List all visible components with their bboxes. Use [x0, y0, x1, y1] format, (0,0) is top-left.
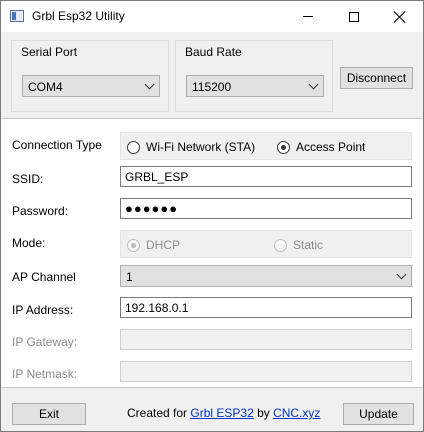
ap-channel-value: 1	[126, 270, 133, 284]
ip-gateway-input[interactable]	[120, 329, 412, 350]
app-window: Grbl Esp32 Utility Serial Port COM4 Baud…	[0, 0, 424, 432]
radio-label: Static	[293, 238, 324, 252]
maximize-icon	[349, 11, 359, 22]
serial-port-label: Serial Port	[21, 45, 78, 59]
ip-address-label: IP Address:	[12, 303, 74, 317]
serial-port-value: COM4	[28, 80, 63, 94]
close-icon	[394, 11, 406, 23]
connection-panel: Serial Port COM4 Baud Rate 115200 Discon…	[1, 32, 423, 118]
credit-mid: by	[253, 406, 274, 420]
radio-wifi-network-sta[interactable]: Wi-Fi Network (STA)	[127, 140, 255, 154]
ap-channel-label: AP Channel	[12, 270, 76, 284]
cnc-xyz-link[interactable]: CNC.xyz	[273, 406, 320, 420]
disconnect-button[interactable]: Disconnect	[340, 67, 413, 89]
wifi-settings-form: Connection Type Wi-Fi Network (STA) Acce…	[1, 119, 423, 387]
chevron-down-icon	[308, 79, 319, 90]
minimize-icon	[303, 16, 313, 17]
password-input[interactable]: ●●●●●●	[120, 198, 412, 219]
close-button[interactable]	[377, 1, 423, 32]
minimize-button[interactable]	[285, 1, 331, 32]
radio-selected-icon	[127, 238, 140, 252]
exit-button[interactable]: Exit	[12, 403, 86, 425]
password-label: Password:	[12, 204, 69, 218]
radio-selected-icon	[277, 140, 290, 154]
radio-unselected-icon	[274, 238, 287, 252]
app-window-icon	[10, 10, 24, 22]
grbl-esp32-link[interactable]: Grbl ESP32	[190, 406, 253, 420]
ssid-label: SSID:	[12, 172, 44, 186]
ip-netmask-input[interactable]	[120, 361, 412, 382]
baud-rate-group: Baud Rate 115200	[175, 40, 333, 112]
ip-address-input[interactable]: 192.168.0.1	[120, 297, 412, 318]
chevron-down-icon	[396, 269, 407, 280]
credit-text: Created for Grbl ESP32 by CNC.xyz	[127, 406, 320, 420]
mode-group: DHCP Static	[120, 230, 412, 258]
serial-port-group: Serial Port COM4	[11, 40, 169, 112]
serial-port-select[interactable]: COM4	[22, 75, 160, 97]
radio-dhcp[interactable]: DHCP	[127, 238, 180, 252]
connection-type-label: Connection Type	[12, 138, 102, 152]
window-title: Grbl Esp32 Utility	[32, 9, 125, 23]
baud-rate-label: Baud Rate	[185, 45, 242, 59]
mode-label: Mode:	[12, 236, 46, 250]
baud-rate-value: 115200	[192, 80, 232, 94]
title-bar[interactable]: Grbl Esp32 Utility	[1, 1, 423, 32]
footer-bar: Exit Created for Grbl ESP32 by CNC.xyz U…	[1, 388, 423, 431]
radio-label: DHCP	[146, 238, 181, 252]
radio-access-point[interactable]: Access Point	[277, 140, 365, 154]
ssid-input[interactable]: GRBL_ESP	[120, 166, 412, 187]
maximize-button[interactable]	[331, 1, 377, 32]
ip-gateway-label: IP Gateway:	[12, 335, 78, 349]
chevron-down-icon	[144, 79, 155, 90]
radio-label: Wi-Fi Network (STA)	[146, 140, 256, 154]
radio-unselected-icon	[127, 140, 140, 154]
baud-rate-select[interactable]: 115200	[186, 75, 324, 97]
ip-netmask-label: IP Netmask:	[12, 367, 78, 381]
connection-type-group: Wi-Fi Network (STA) Access Point	[120, 132, 412, 160]
radio-static[interactable]: Static	[274, 238, 323, 252]
radio-label: Access Point	[296, 140, 366, 154]
ap-channel-select[interactable]: 1	[120, 265, 412, 287]
credit-prefix: Created for	[127, 406, 191, 420]
update-button[interactable]: Update	[343, 403, 414, 425]
